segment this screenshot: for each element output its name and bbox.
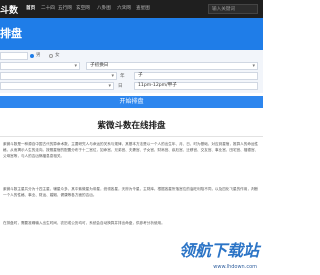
site-logo[interactable]: 斗数 [0,3,18,16]
article-paragraph-2: 紫微斗数主星共分为十四主星，辅星众多，其中紫微星为帝星，统领各星，天府为令星，主… [3,187,259,197]
nav-item-6[interactable]: 查星图 [136,5,150,11]
year-label: 年 [120,74,125,79]
nav-item-4[interactable]: 八卦图 [97,5,111,11]
date-select[interactable]: ▾ [0,82,114,90]
chevron-down-icon: ▾ [252,63,255,69]
top-nav: 斗数 首页 二十四 五行网 玄空网 八卦图 六爻网 查星图 输入关键词 [0,0,263,18]
time-range-value: 11pm-12pm/甲子 [138,83,177,88]
hour-select[interactable]: 子 [134,72,258,80]
start-paipan-button[interactable]: 开始排盘 [0,96,263,108]
divider [0,136,263,137]
male-label: 男 [36,53,41,58]
article-paragraph-3: 在排盘时，需要准确输入出生时间，农历或公历均可，系统会自动换算并排出命盘，供参考… [3,221,165,225]
day-change-select[interactable]: 子初换日 ▾ [86,62,258,70]
calendar-select[interactable]: ▾ [0,62,80,70]
time-range-select[interactable]: 11pm-12pm/甲子 [134,82,258,90]
watermark-logo: 领航下载站 [178,241,259,260]
nav-item-home[interactable]: 首页 [26,5,35,11]
search-input[interactable]: 输入关键词 [208,4,258,14]
radio-male[interactable] [30,54,34,58]
paipan-form: 男 女 ▾ 子初换日 ▾ ▾ 年 子 ▾ 日 11pm-12pm/甲子 [0,50,263,93]
watermark-url: www.lhdown.com [213,264,257,270]
nav-item-3[interactable]: 玄空网 [76,5,90,11]
nav-item-5[interactable]: 六爻网 [117,5,131,11]
day-change-value: 子初换日 [90,63,109,68]
hour-value: 子 [138,73,143,78]
banner-title: 排盘 [0,27,22,40]
name-field[interactable] [0,52,28,60]
nav-item-2[interactable]: 五行网 [58,5,72,11]
chevron-down-icon: ▾ [111,73,114,79]
female-label: 女 [55,53,60,58]
year-select[interactable]: ▾ [0,72,117,80]
article-paragraph-1: 紫微斗数是一种源自中国古代的算命术数，主要研究人与命运的关系与规律，其基本方法是… [3,142,259,158]
article-title: 紫微斗数在线排盘 [97,121,166,131]
page-banner: 排盘 [0,18,263,50]
chevron-down-icon: ▾ [108,83,111,89]
radio-female[interactable] [49,54,53,58]
chevron-down-icon: ▾ [74,63,77,69]
day-label: 日 [118,84,123,89]
nav-item-1[interactable]: 二十四 [41,5,55,11]
